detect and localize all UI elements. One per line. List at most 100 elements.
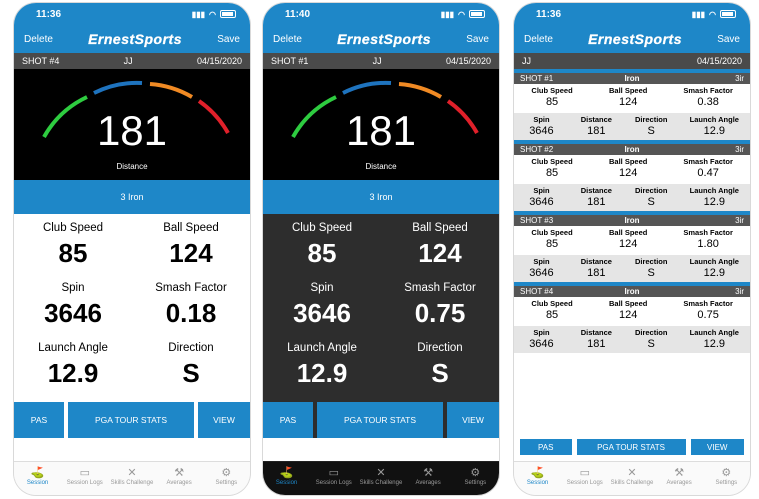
signal-icon: ▮▮▮ bbox=[691, 9, 706, 19]
club-icon: ⚒ bbox=[423, 467, 434, 479]
shot-header[interactable]: SHOT #3 Iron 3ir bbox=[514, 215, 750, 226]
log-row-flight: Spin 3646 Distance 181 Direction S Launch A… bbox=[514, 255, 750, 282]
status-time: 11:40 bbox=[285, 8, 311, 20]
stat-smash-factor: Smash Factor 0.75 bbox=[404, 282, 476, 328]
stat-club-speed: Club Speed 85 bbox=[291, 222, 353, 268]
pas-button[interactable]: PAS bbox=[520, 439, 572, 455]
log-row-flight: Spin 3646 Distance 181 Direction S Launch A… bbox=[514, 326, 750, 353]
log-row-speeds: Club Speed 85 Ball Speed 124 Smash Factor 0… bbox=[514, 155, 750, 184]
status-bar: 11:36 ▮▮▮ ◠ bbox=[14, 3, 250, 25]
golf-flag-icon: ⛳ bbox=[30, 467, 45, 479]
tab-averages[interactable]: ⚒ Averages bbox=[157, 466, 201, 486]
phone-session-dark: 11:40 ▮▮▮ ◠ Delete ErnestSports Save SHOT… bbox=[263, 3, 499, 495]
tab-averages[interactable]: ⚒ Averages bbox=[406, 466, 450, 486]
log-row-flight: Spin 3646 Distance 181 Direction S Launch A… bbox=[514, 113, 750, 140]
gauge-arc-blue bbox=[93, 80, 143, 95]
delete-button[interactable]: Delete bbox=[524, 34, 553, 45]
shot-info-bar: SHOT #4 JJ 04/15/2020 bbox=[14, 53, 250, 69]
stat-direction: Direction S bbox=[417, 342, 463, 388]
status-bar: 11:40 ▮▮▮ ◠ bbox=[263, 3, 499, 25]
tab-session-logs[interactable]: ▭ Session Logs bbox=[563, 466, 607, 486]
shot-number: SHOT #4 bbox=[22, 56, 60, 66]
tab-skills-challenge[interactable]: ✕ Skills Challenge bbox=[610, 466, 654, 486]
crossed-clubs-icon: ✕ bbox=[627, 467, 637, 479]
club-selector[interactable]: 3 Iron bbox=[14, 178, 250, 214]
shot-log-list[interactable]: SHOT #1 Iron 3ir Club Speed 85 Ball Speed 12… bbox=[514, 69, 750, 442]
view-button[interactable]: VIEW bbox=[447, 402, 499, 438]
pas-button[interactable]: PAS bbox=[263, 402, 313, 438]
status-time: 11:36 bbox=[36, 8, 62, 20]
pas-button[interactable]: PAS bbox=[14, 402, 64, 438]
tab-bar: ⛳ Session ▭ Session Logs ✕ Skills Challenge… bbox=[14, 461, 250, 495]
golf-flag-icon: ⛳ bbox=[279, 467, 294, 479]
shot-header[interactable]: SHOT #4 Iron 3ir bbox=[514, 286, 750, 297]
tab-session[interactable]: ⛳ Session bbox=[516, 466, 560, 486]
folder-icon: ▭ bbox=[79, 467, 90, 479]
club-selector[interactable]: 3 Iron bbox=[263, 178, 499, 214]
tab-skills-challenge[interactable]: ✕ Skills Challenge bbox=[359, 466, 403, 486]
shot-date: 04/15/2020 bbox=[445, 56, 491, 66]
stats-panel: Club Speed 85 Ball Speed 124 Spin 3646 Smas… bbox=[263, 214, 499, 402]
stat-spin: Spin 3646 bbox=[293, 282, 351, 328]
log-row-speeds: Club Speed 85 Ball Speed 124 Smash Factor 0… bbox=[514, 297, 750, 326]
wifi-icon: ◠ bbox=[458, 9, 465, 19]
tab-session-logs[interactable]: ▭ Session Logs bbox=[312, 466, 356, 486]
distance-label: Distance bbox=[365, 162, 397, 171]
pga-tour-stats-button[interactable]: PGA TOUR STATS bbox=[576, 439, 686, 455]
log-row-speeds: Club Speed 85 Ball Speed 124 Smash Factor 1… bbox=[514, 226, 750, 255]
gear-icon: ⚙ bbox=[221, 467, 232, 479]
view-button[interactable]: VIEW bbox=[690, 439, 744, 455]
tab-session[interactable]: ⛳ Session bbox=[16, 466, 60, 486]
pga-tour-stats-button[interactable]: PGA TOUR STATS bbox=[317, 402, 443, 438]
tab-bar: ⛳ Session ▭ Session Logs ✕ Skills Challenge… bbox=[514, 461, 750, 495]
tab-averages[interactable]: ⚒ Averages bbox=[657, 466, 701, 486]
stat-smash-factor: Smash Factor 0.18 bbox=[155, 282, 227, 328]
delete-button[interactable]: Delete bbox=[24, 34, 53, 45]
save-button[interactable]: Save bbox=[717, 34, 740, 45]
tab-session-logs[interactable]: ▭ Session Logs bbox=[63, 466, 107, 486]
stat-club-speed: Club Speed 85 bbox=[42, 222, 104, 268]
view-button[interactable]: VIEW bbox=[198, 402, 250, 438]
stat-launch-angle: Launch Angle 12.9 bbox=[287, 342, 357, 388]
tab-settings[interactable]: ⚙ Settings bbox=[204, 466, 248, 486]
player-name: JJ bbox=[372, 56, 382, 66]
shot-header[interactable]: SHOT #1 Iron 3ir bbox=[514, 73, 750, 84]
nav-bar: Delete ErnestSports Save bbox=[14, 25, 250, 53]
tab-skills-challenge[interactable]: ✕ Skills Challenge bbox=[110, 466, 154, 486]
signal-icon: ▮▮▮ bbox=[440, 9, 455, 19]
crossed-clubs-icon: ✕ bbox=[376, 467, 386, 479]
phone-session-light: 11:36 ▮▮▮ ◠ Delete ErnestSports Save SHOT… bbox=[14, 3, 250, 495]
pga-tour-stats-button[interactable]: PGA TOUR STATS bbox=[68, 402, 194, 438]
distance-value: 181 bbox=[96, 107, 168, 154]
brand-logo: ErnestSports bbox=[337, 31, 432, 47]
gauge-arc-orange bbox=[149, 82, 194, 99]
stat-spin: Spin 3646 bbox=[44, 282, 102, 328]
tab-session[interactable]: ⛳ Session bbox=[265, 466, 309, 486]
battery-icon bbox=[220, 10, 236, 18]
shot-info-bar: SHOT #1 JJ 04/15/2020 bbox=[263, 53, 499, 69]
folder-icon: ▭ bbox=[579, 467, 590, 479]
save-button[interactable]: Save bbox=[217, 34, 240, 45]
tab-settings[interactable]: ⚙ Settings bbox=[704, 466, 748, 486]
gauge-arc-blue bbox=[342, 80, 392, 95]
shot-header[interactable]: SHOT #2 Iron 3ir bbox=[514, 144, 750, 155]
log-row-speeds: Club Speed 85 Ball Speed 124 Smash Factor 0… bbox=[514, 84, 750, 113]
tab-bar: ⛳ Session ▭ Session Logs ✕ Skills Challenge… bbox=[263, 461, 499, 495]
player-name: JJ bbox=[123, 56, 133, 66]
wifi-icon: ◠ bbox=[709, 9, 716, 19]
nav-bar: Delete ErnestSports Save bbox=[514, 25, 750, 53]
distance-label: Distance bbox=[116, 162, 148, 171]
gear-icon: ⚙ bbox=[470, 467, 481, 479]
distance-value: 181 bbox=[345, 107, 417, 154]
distance-gauge: 181 Distance bbox=[14, 69, 250, 178]
save-button[interactable]: Save bbox=[466, 34, 489, 45]
shot-date: 04/15/2020 bbox=[196, 56, 242, 66]
action-buttons: PAS PGA TOUR STATS VIEW bbox=[263, 402, 499, 438]
tab-settings[interactable]: ⚙ Settings bbox=[453, 466, 497, 486]
delete-button[interactable]: Delete bbox=[273, 34, 302, 45]
battery-icon bbox=[720, 10, 736, 18]
stat-ball-speed: Ball Speed 124 bbox=[163, 222, 219, 268]
gear-icon: ⚙ bbox=[721, 467, 732, 479]
brand-logo: ErnestSports bbox=[588, 31, 683, 47]
stat-ball-speed: Ball Speed 124 bbox=[412, 222, 468, 268]
